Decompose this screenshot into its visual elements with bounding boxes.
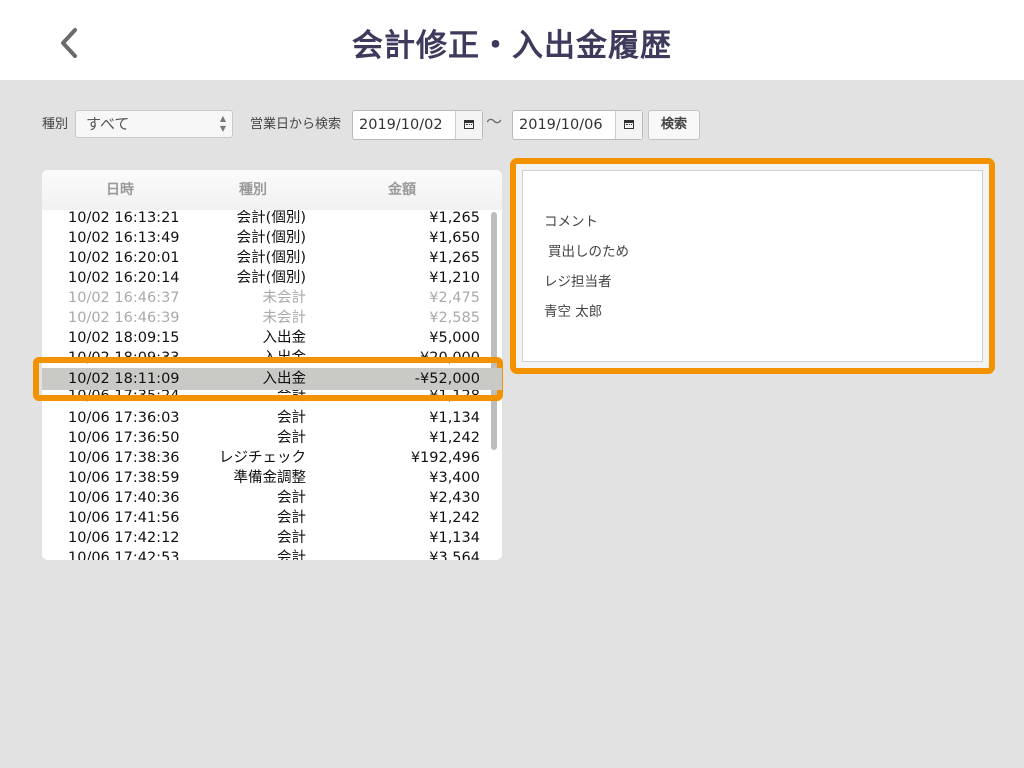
search-button[interactable]: 検索 <box>648 110 700 140</box>
cell-amount: ¥1,210 <box>429 270 480 286</box>
cell-amount: ¥1,242 <box>429 430 480 446</box>
date-to-field[interactable]: 2019/10/06 <box>512 110 643 140</box>
cell-type: 入出金 <box>262 350 307 366</box>
table-row[interactable]: 10/06 17:38:59 準備金調整 ¥3,400 <box>42 468 502 488</box>
cell-type: 会計 <box>277 510 306 526</box>
cell-amount: ¥1,242 <box>429 510 480 526</box>
cell-amount: ¥1,134 <box>429 410 480 426</box>
table-row[interactable]: 10/06 17:36:03 会計 ¥1,134 <box>42 408 502 428</box>
cell-amount: ¥192,496 <box>410 450 480 466</box>
cell-type: 未会計 <box>262 290 307 306</box>
cell-amount: -¥52,000 <box>414 371 480 387</box>
calendar-icon <box>624 120 634 129</box>
col-header-datetime: 日時 <box>106 182 134 198</box>
cell-amount: ¥1,134 <box>429 530 480 546</box>
table-row[interactable]: 10/02 18:09:15 入出金 ¥5,000 <box>42 328 502 348</box>
table-row[interactable]: 10/02 16:46:37 未会計 ¥2,475 <box>42 288 502 308</box>
cell-amount: ¥3,564 <box>429 550 480 560</box>
cell-amount: ¥1,650 <box>429 230 480 246</box>
table-body[interactable]: 10/02 16:13:21 会計(個別) ¥1,265 10/02 16:13:49… <box>42 210 502 560</box>
cell-type: 会計(個別) <box>236 270 306 286</box>
cell-type: レジチェック <box>219 450 306 466</box>
table-row[interactable]: 10/06 17:42:53 会計 ¥3,564 <box>42 548 502 560</box>
table-row[interactable]: 10/02 16:13:49 会計(個別) ¥1,650 <box>42 228 502 248</box>
date-from-value: 2019/10/02 <box>359 117 443 133</box>
type-select-value: すべて <box>86 115 130 133</box>
comment-value: 買出しのため <box>548 244 629 260</box>
cell-type: 未会計 <box>262 310 307 326</box>
cell-amount: ¥20,000 <box>420 350 480 366</box>
table-row[interactable]: 10/06 17:41:56 会計 ¥1,242 <box>42 508 502 528</box>
history-table: 日時 種別 金額 10/02 16:13:21 会計(個別) ¥1,265 10/02… <box>42 170 502 560</box>
cell-amount: ¥3,400 <box>429 470 480 486</box>
table-scrollbar[interactable] <box>491 212 497 450</box>
cell-amount: ¥2,430 <box>429 490 480 506</box>
cell-type: 会計 <box>277 430 306 446</box>
calendar-icon <box>464 120 474 129</box>
col-header-type: 種別 <box>239 182 267 198</box>
table-row[interactable]: 10/02 18:11:09 入出金 -¥52,000 <box>42 368 502 390</box>
type-select[interactable]: すべて ▲ ▼ <box>75 110 233 138</box>
detail-panel-highlight: コメント 買出しのため レジ担当者 青空 太郎 <box>510 158 995 374</box>
select-arrows-icon: ▲ ▼ <box>219 114 226 133</box>
table-row[interactable]: 10/06 17:42:12 会計 ¥1,134 <box>42 528 502 548</box>
cell-type: 準備金調整 <box>233 470 307 486</box>
table-row[interactable]: 10/02 18:09:33 入出金 ¥20,000 <box>42 348 502 368</box>
detail-panel: コメント 買出しのため レジ担当者 青空 太郎 <box>522 170 983 362</box>
cell-type: 入出金 <box>262 371 307 387</box>
type-filter-label: 種別 <box>42 117 69 132</box>
table-row[interactable]: 10/02 16:20:01 会計(個別) ¥1,265 <box>42 248 502 268</box>
page-title: 会計修正・入出金履歴 <box>352 28 672 64</box>
filter-bar: 種別 すべて ▲ ▼ 営業日から検索 2019/10/02 〜 2019/10/0… <box>0 110 1024 140</box>
cell-amount: ¥1,265 <box>429 210 480 226</box>
search-by-date-label: 営業日から検索 <box>250 117 342 132</box>
range-separator: 〜 <box>486 112 503 131</box>
staff-value: 青空 太郎 <box>544 304 603 320</box>
cell-type: 会計(個別) <box>236 210 306 226</box>
date-from-field[interactable]: 2019/10/02 <box>352 110 483 140</box>
table-row[interactable]: 10/02 16:20:14 会計(個別) ¥1,210 <box>42 268 502 288</box>
table-header: 日時 種別 金額 <box>42 170 502 210</box>
table-row[interactable]: 10/02 16:13:21 会計(個別) ¥1,265 <box>42 210 502 228</box>
col-header-amount: 金額 <box>388 182 416 198</box>
cell-type: 会計 <box>277 410 306 426</box>
cell-type: 会計 <box>277 530 306 546</box>
cell-type: 会計 <box>277 550 306 560</box>
cell-type: 入出金 <box>262 330 307 346</box>
cell-amount: ¥5,000 <box>429 330 480 346</box>
table-row[interactable]: 10/06 17:40:36 会計 ¥2,430 <box>42 488 502 508</box>
cell-type: 会計(個別) <box>236 250 306 266</box>
cell-type: 会計(個別) <box>236 230 306 246</box>
staff-label: レジ担当者 <box>544 274 612 290</box>
cell-type: 会計 <box>277 490 306 506</box>
table-row[interactable]: 10/06 17:38:36 レジチェック ¥192,496 <box>42 448 502 468</box>
cell-amount: ¥2,585 <box>429 310 480 326</box>
table-row[interactable]: 10/06 17:36:50 会計 ¥1,242 <box>42 428 502 448</box>
header-bar: 会計修正・入出金履歴 <box>0 0 1024 80</box>
cell-amount: ¥2,475 <box>429 290 480 306</box>
cell-amount: ¥1,265 <box>429 250 480 266</box>
date-from-calendar-button[interactable] <box>455 111 482 139</box>
date-to-calendar-button[interactable] <box>615 111 642 139</box>
comment-label: コメント <box>544 214 598 230</box>
date-to-value: 2019/10/06 <box>519 117 603 133</box>
table-row[interactable]: 10/02 16:46:39 未会計 ¥2,585 <box>42 308 502 328</box>
